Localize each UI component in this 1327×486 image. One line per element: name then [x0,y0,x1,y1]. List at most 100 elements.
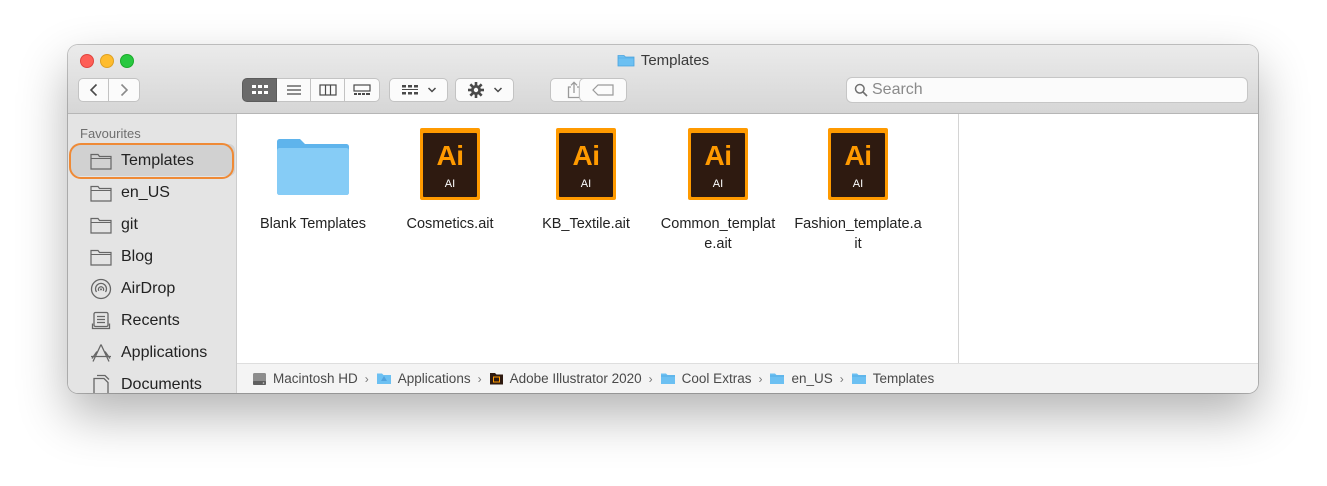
hard-drive-icon [252,372,267,386]
illustrator-file-icon: Ai AI [556,128,616,200]
list-view-button[interactable] [277,78,311,102]
file-item-cosmetics[interactable]: Ai AI Cosmetics.ait [385,128,515,234]
folder-icon [90,247,112,267]
path-item-en-us[interactable]: en_US [769,371,833,386]
illustrator-file-icon: Ai AI [688,128,748,200]
back-button[interactable] [78,78,109,102]
view-mode-control [242,78,380,102]
ai-badge-text: Ai [572,140,601,171]
action-menu-button[interactable] [455,78,514,102]
tag-icon [592,84,614,96]
path-item-adobe-illustrator[interactable]: Adobe Illustrator 2020 [489,371,642,386]
path-item-applications[interactable]: Applications [376,371,471,386]
search-field[interactable] [846,77,1248,103]
sidebar-item-label: Templates [121,152,194,169]
sidebar-item-label: git [121,216,138,233]
file-name: Cosmetics.ait [406,216,494,232]
ai-badge-subtext: AI [444,178,456,190]
path-separator-icon: › [648,371,653,386]
search-icon [854,83,868,97]
folder-icon [851,372,867,385]
folder-icon [376,372,392,385]
file-name: Fashion_template.ait [794,216,922,252]
folder-icon [90,183,112,203]
path-item-cool-extras[interactable]: Cool Extras [660,371,752,386]
chevron-down-icon [427,87,436,93]
sidebar-item-label: AirDrop [121,280,176,297]
illustrator-app-icon [489,372,504,385]
path-item-templates[interactable]: Templates [851,371,935,386]
file-name: KB_Textile.ait [542,216,630,232]
sidebar-item-git[interactable]: git [90,212,138,238]
group-by-button[interactable] [389,78,448,102]
tag-button[interactable] [579,78,627,102]
finder-window: Templates Search Favourites Templates en… [68,45,1258,393]
sidebar: Favourites Templates en_US git Blog AirD… [68,114,237,393]
path-item-label: Templates [872,371,935,386]
folder-icon [769,372,785,385]
chevron-right-icon [120,83,129,97]
chevron-down-icon [493,87,502,93]
path-item-label: Macintosh HD [273,371,358,386]
gallery-icon [353,84,371,95]
path-separator-icon: › [839,371,844,386]
path-item-label: Adobe Illustrator 2020 [509,371,642,386]
path-bar: Macintosh HD › Applications › Adobe Illu… [237,363,1258,393]
documents-icon [90,374,112,393]
sidebar-item-recents[interactable]: Recents [90,308,180,334]
sidebar-section-favourites: Favourites [80,126,141,141]
sidebar-item-label: Blog [121,248,154,265]
illustrator-file-icon: Ai AI [828,128,888,200]
file-name: Blank Templates [259,216,367,232]
path-separator-icon: › [758,371,763,386]
window-title: Templates [68,52,1258,71]
file-item-fashion-template[interactable]: Ai AI Fashion_template.ait [793,128,923,254]
ai-badge-text: Ai [704,140,733,171]
gallery-view-button[interactable] [345,78,380,102]
folder-icon [660,372,676,385]
sidebar-item-label: Documents [121,376,202,393]
path-separator-icon: › [364,371,369,386]
sidebar-item-label: Applications [121,344,208,361]
path-item-label: en_US [791,371,833,386]
sidebar-item-en-us[interactable]: en_US [90,180,170,206]
gear-icon [467,82,484,98]
sidebar-item-applications[interactable]: Applications [90,340,207,366]
sidebar-item-label: Recents [121,312,180,329]
sidebar-item-airdrop[interactable]: AirDrop [90,276,175,302]
window-title-text: Templates [640,52,710,69]
list-icon [286,85,301,95]
illustrator-file-icon: Ai AI [420,128,480,200]
recents-icon [90,311,112,331]
file-name: Common_template.ait [660,216,776,252]
airdrop-icon [90,278,112,300]
ai-badge-subtext: AI [712,178,724,190]
path-item-label: Applications [397,371,471,386]
file-icon-view: Blank Templates Ai AI Cosmetics.ait Ai A… [237,114,958,363]
sidebar-item-templates[interactable]: Templates [90,148,194,174]
group-grid-icon [401,85,418,95]
toolbar: Templates [68,45,1258,114]
folder-icon [90,215,112,235]
folder-icon [617,53,635,71]
ai-badge-text: Ai [436,140,465,171]
search-input[interactable] [872,81,1232,99]
path-separator-icon: › [477,371,482,386]
grid-icon [251,85,268,94]
path-item-label: Cool Extras [681,371,752,386]
path-item-macintosh-hd[interactable]: Macintosh HD [252,371,358,386]
nav-buttons [78,78,140,102]
forward-button[interactable] [109,78,140,102]
chevron-left-icon [89,83,97,97]
file-item-kb-textile[interactable]: Ai AI KB_Textile.ait [521,128,651,234]
column-view-button[interactable] [311,78,345,102]
applications-icon [90,343,112,363]
sidebar-item-documents[interactable]: Documents [90,372,202,393]
sidebar-item-label: en_US [121,184,170,201]
file-item-common-template[interactable]: Ai AI Common_template.ait [657,128,779,254]
folder-icon [90,151,112,171]
sidebar-item-blog[interactable]: Blog [90,244,153,270]
icon-view-button[interactable] [242,78,277,102]
ai-badge-text: Ai [844,140,873,171]
file-item-blank-templates[interactable]: Blank Templates [248,128,378,234]
